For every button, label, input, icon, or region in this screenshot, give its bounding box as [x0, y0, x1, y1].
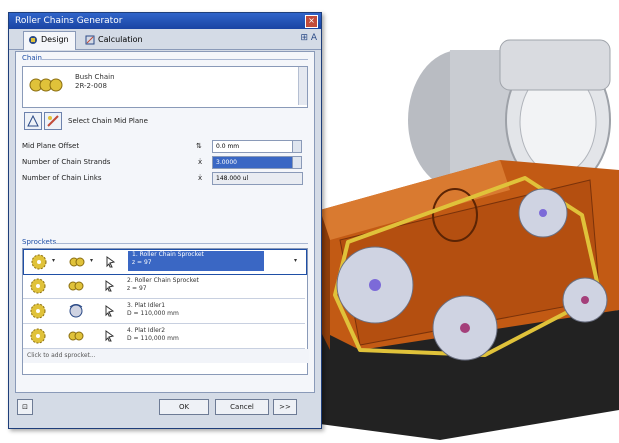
dialog-body: Chain Bush Chain 2R-2-008 Select Chain M… [15, 51, 315, 393]
mid-plane-offset-label: Mid Plane Offset [22, 142, 80, 150]
chain-section-divider [42, 59, 308, 60]
links-fx-icon: ẋ [198, 174, 203, 182]
tab-design[interactable]: Design [23, 31, 76, 50]
chain-segment-icon [68, 281, 84, 291]
cursor-select-icon[interactable] [105, 330, 115, 342]
sprocket-list: ▾ ▾ 1. Roller Chain Sprocket z = 97 ▾ 2.… [22, 248, 309, 375]
chain-link-icon [29, 78, 63, 92]
design-tab-icon [29, 35, 37, 44]
chain-section-label: Chain [22, 54, 42, 62]
flip-icon [47, 115, 59, 127]
chain-segment-icon [68, 331, 84, 341]
calculation-tab-icon [85, 35, 95, 44]
offset-flip-icon[interactable]: ⇅ [196, 142, 202, 150]
strands-dropdown-icon[interactable] [292, 156, 302, 169]
sprockets-section-divider [54, 243, 308, 244]
sprocket-row-3[interactable]: 3. Plat Idler1 D = 110,000 mm [23, 299, 305, 324]
offset-dropdown-icon[interactable] [292, 140, 302, 153]
sprocket-row-2-name: 2. Roller Chain Sprocket [127, 277, 199, 284]
dialog-title: Roller Chains Generator [15, 16, 123, 26]
plane-select-icon [27, 114, 39, 127]
chain-list-scrollbar[interactable] [298, 67, 307, 105]
sprocket-gear-icon [30, 303, 46, 319]
chain-links-value: 148.000 ul [212, 172, 303, 185]
sprocket-gear-icon [30, 278, 46, 294]
sprocket-row-1-name: 1. Roller Chain Sprocket [132, 251, 204, 258]
cursor-select-icon[interactable] [106, 256, 116, 268]
cursor-select-icon[interactable] [105, 305, 115, 317]
select-mid-plane-label: Select Chain Mid Plane [68, 117, 148, 125]
sprocket-gear-icon [31, 254, 47, 270]
sprocket-option-dropdown-icon[interactable]: ▾ [90, 256, 95, 266]
sprocket-bottom [432, 295, 498, 361]
tab-calculation[interactable]: Calculation [81, 32, 149, 48]
idler-right [562, 277, 608, 323]
tab-calculation-label: Calculation [98, 35, 143, 44]
sprockets-section-label: Sprockets [22, 238, 57, 246]
close-icon[interactable]: × [305, 15, 318, 28]
sprocket-row-4-text: 4. Plat Idler2 D = 110,000 mm [127, 327, 179, 343]
chain-3d-model-view [300, 39, 619, 440]
sprocket-gear-icon [30, 328, 46, 344]
sprocket-row-1[interactable]: ▾ ▾ 1. Roller Chain Sprocket z = 97 ▾ [23, 249, 307, 275]
select-mid-plane-button[interactable] [24, 112, 42, 130]
sprocket-large [336, 246, 414, 324]
dialog-titlebar: Roller Chains Generator × [9, 13, 321, 29]
sprocket-row-3-name: 3. Plat Idler1 [127, 302, 166, 309]
roller-chains-generator-dialog: Roller Chains Generator × Design Calcula… [8, 12, 322, 429]
units-toggle-icon[interactable]: ⊞ A [300, 33, 317, 43]
chain-selector[interactable]: Bush Chain 2R-2-008 [22, 66, 308, 108]
sprocket-row-3-detail: D = 110,000 mm [127, 310, 179, 317]
more-button[interactable]: >> [273, 399, 297, 415]
chain-links-label: Number of Chain Links [22, 174, 102, 182]
tab-strip: Design Calculation ⊞ A [9, 29, 321, 50]
chain-name: Bush Chain 2R-2-008 [75, 73, 115, 91]
sprocket-row-2-text: 2. Roller Chain Sprocket z = 97 [127, 277, 199, 293]
flip-direction-button[interactable] [44, 112, 62, 130]
chain-strands-label: Number of Chain Strands [22, 158, 111, 166]
sprocket-row-2[interactable]: 2. Roller Chain Sprocket z = 97 [23, 274, 305, 299]
sprocket-row-4-detail: D = 110,000 mm [127, 335, 179, 342]
strands-fx-icon: ẋ [198, 158, 203, 166]
sprocket-type-dropdown-icon[interactable]: ▾ [52, 256, 57, 266]
chain-name-line1: Bush Chain [75, 73, 115, 81]
sprocket-row-3-text: 3. Plat Idler1 D = 110,000 mm [127, 302, 179, 318]
dialog-footer: ⊡ OK Cancel >> [9, 393, 321, 427]
cancel-button[interactable]: Cancel [215, 399, 269, 415]
sprocket-row-4-name: 4. Plat Idler2 [127, 327, 166, 334]
tab-design-label: Design [41, 35, 69, 44]
chain-strands-input[interactable]: 3.0000 [212, 156, 293, 169]
sprocket-row-1-text: 1. Roller Chain Sprocket z = 97 [128, 251, 264, 271]
add-sprocket-row[interactable]: Click to add sprocket... [23, 349, 309, 363]
sprocket-row-1-detail: z = 97 [132, 259, 152, 266]
idler-icon [69, 304, 83, 318]
help-button[interactable]: ⊡ [17, 399, 33, 415]
idler-top-right [518, 188, 568, 238]
chain-segment-icon [69, 257, 85, 267]
sprocket-row-1-menu-icon[interactable]: ▾ [294, 256, 299, 266]
sprocket-row-2-detail: z = 97 [127, 285, 147, 292]
mid-plane-offset-input[interactable]: 0.0 mm [212, 140, 293, 153]
sprocket-row-4[interactable]: 4. Plat Idler2 D = 110,000 mm [23, 324, 305, 349]
chain-name-line2: 2R-2-008 [75, 82, 107, 90]
ok-button[interactable]: OK [159, 399, 209, 415]
cursor-select-icon[interactable] [105, 280, 115, 292]
